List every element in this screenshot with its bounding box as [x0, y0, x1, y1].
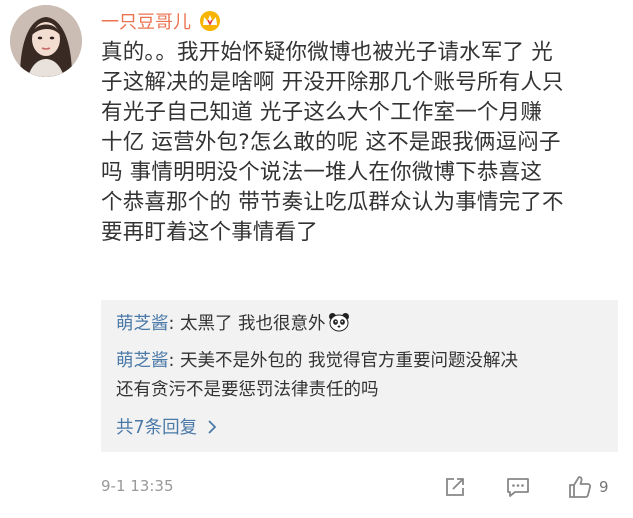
reply-author[interactable]: 萌芝酱: [116, 314, 169, 334]
thumbs-up-icon: [569, 476, 592, 498]
reply-text: 天美不是外包的 我觉得官方重要问题没解决: [179, 351, 519, 371]
timestamp: 9-1 13:35: [101, 477, 174, 495]
reply-separator: :: [168, 314, 180, 334]
crown-vip-icon: [197, 10, 223, 32]
comment-line: 个恭喜那个的 带节奏让吃瓜群众认为事情完了不: [101, 190, 564, 215]
comment-line: 子这解决的是啥啊 开没开除那几个账号所有人只: [101, 70, 564, 95]
share-icon: [446, 478, 464, 496]
username-row: 一只豆哥儿: [101, 8, 223, 34]
comment-line: 吗 事情明明没个说法一堆人在你微博下恭喜这: [101, 160, 543, 185]
username[interactable]: 一只豆哥儿: [101, 8, 191, 34]
more-replies-label[interactable]: 共7条回复: [116, 414, 197, 439]
comment-button[interactable]: [505, 473, 531, 501]
reply-author[interactable]: 萌芝酱: [116, 351, 169, 371]
avatar[interactable]: [10, 5, 82, 77]
share-button[interactable]: [443, 473, 467, 501]
like-count: 9: [599, 478, 609, 496]
reply-separator: :: [168, 351, 180, 371]
comment-line: 要再盯着这个事情看了: [101, 220, 319, 245]
comment-line: 有光子自己知道 光子这么大个工作室一个月赚: [101, 100, 543, 125]
more-replies-link[interactable]: 共7条回复: [116, 414, 217, 439]
comment-icon: [507, 478, 529, 497]
comment-footer: 9-1 13:35 9: [101, 472, 621, 502]
comment-line: 真的。。我开始怀疑你微博也被光子请水军了 光: [101, 40, 553, 65]
reply-text: 还有贪污不是要惩罚法律责任的吗: [116, 380, 379, 400]
reply-item[interactable]: 萌芝酱: 太黑了 我也很意外: [116, 310, 606, 339]
reply-text: 太黑了 我也很意外: [179, 314, 326, 334]
replies-panel: 萌芝酱: 太黑了 我也很意外 萌芝酱: 天美不是外包的 我觉得官方重要问题没解决…: [101, 300, 618, 452]
like-button[interactable]: 9: [567, 473, 609, 501]
comment-body: 真的。。我开始怀疑你微博也被光子请水军了 光 子这解决的是啥啊 开没开除那几个账…: [101, 38, 621, 248]
panda-emoji-icon: [328, 312, 350, 332]
comment-line: 十亿 运营外包?怎么敢的呢 这不是跟我俩逗闷子: [101, 130, 561, 155]
chevron-right-icon: [207, 419, 217, 435]
reply-item[interactable]: 萌芝酱: 天美不是外包的 我觉得官方重要问题没解决 还有贪污不是要惩罚法律责任的…: [116, 347, 606, 405]
